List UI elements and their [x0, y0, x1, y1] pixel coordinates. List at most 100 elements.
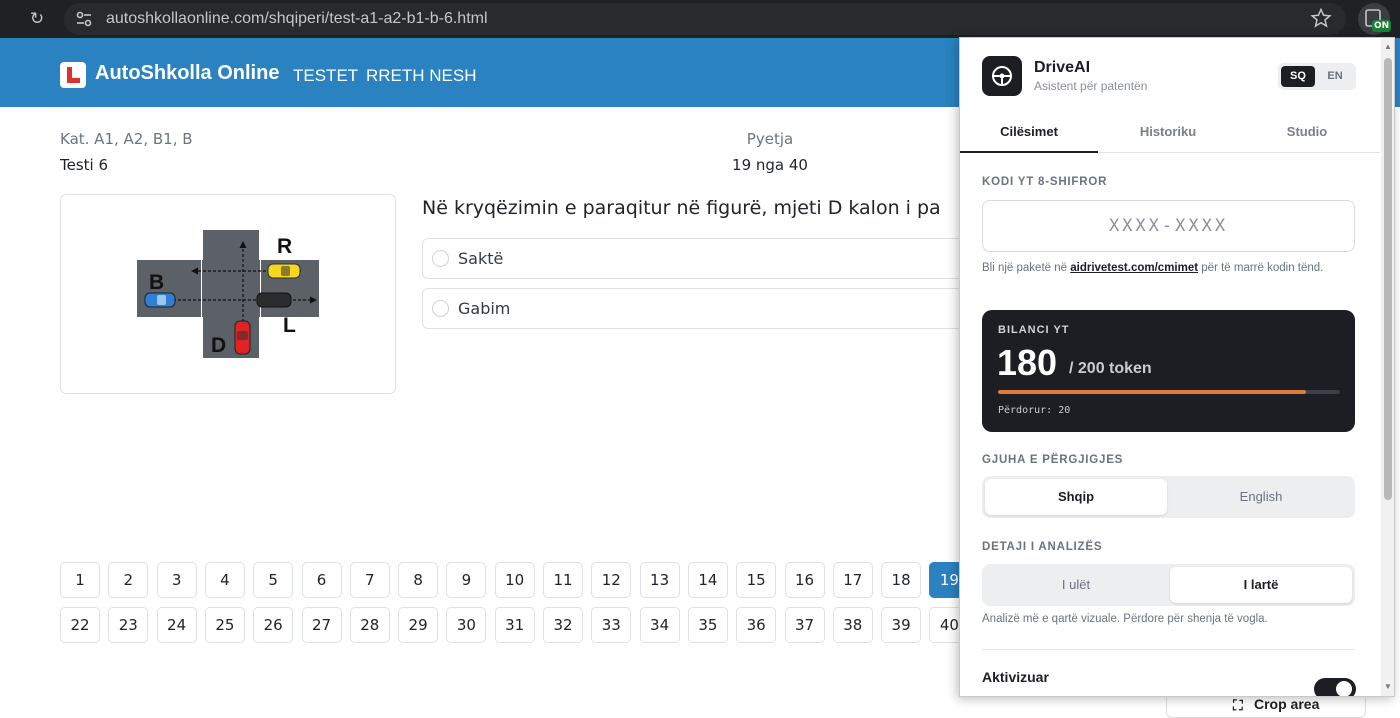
scroll-up-icon[interactable]: ▲: [1384, 42, 1392, 51]
panel-divider: [982, 649, 1355, 650]
figure-label-d: D: [211, 334, 226, 357]
tab-historiku[interactable]: Historiku: [1099, 113, 1237, 153]
answer-label: Gabim: [458, 299, 511, 318]
page-button-10[interactable]: 10: [494, 562, 535, 598]
code-label: KODI YT 8-SHIFROR: [982, 176, 1108, 188]
figure-label-b: B: [149, 271, 164, 294]
page-button-38[interactable]: 38: [832, 607, 873, 643]
driveai-panel: DriveAI Asistent për patentën SQ EN Cilë…: [959, 37, 1395, 697]
page-button-27[interactable]: 27: [301, 607, 342, 643]
balance-progress-fill: [998, 390, 1306, 394]
balance-total: / 200 token: [1069, 360, 1152, 377]
page-button-25[interactable]: 25: [204, 607, 245, 643]
page-button-15[interactable]: 15: [736, 562, 777, 598]
question-text: Në kryqëzimin e paraqitur në figurë, mje…: [422, 197, 941, 219]
response-language-label: GJUHA E PËRGJIGJES: [982, 454, 1124, 466]
answer-radio[interactable]: [432, 300, 449, 317]
test-name: Testi 6: [60, 156, 109, 174]
page-button-34[interactable]: 34: [639, 607, 680, 643]
page-button-32[interactable]: 32: [543, 607, 583, 643]
address-bar[interactable]: autoshkollaonline.com/shqiperi/test-a1-a…: [64, 3, 1346, 35]
page-button-37[interactable]: 37: [784, 607, 825, 643]
panel-header: DriveAI Asistent për patentën SQ EN: [960, 38, 1380, 113]
page-button-26[interactable]: 26: [253, 607, 294, 643]
balance-value: 180: [997, 342, 1058, 383]
panel-scrollbar[interactable]: ▲ ▼: [1381, 38, 1394, 696]
driveai-logo: [982, 56, 1022, 96]
scroll-down-icon[interactable]: ▼: [1384, 682, 1392, 691]
detail-high[interactable]: I lartë: [1170, 567, 1352, 603]
page-button-7[interactable]: 7: [349, 562, 390, 598]
balance-progress-track: [998, 390, 1340, 394]
page-button-30[interactable]: 30: [446, 607, 487, 643]
extension-button[interactable]: ON: [1358, 3, 1392, 35]
balance-card: BILANCI YT 180 / 200 token Përdorur: 20: [982, 310, 1355, 432]
page-button-14[interactable]: 14: [687, 562, 728, 598]
steering-wheel-icon: [992, 66, 1012, 86]
tab-cilesimet[interactable]: Cilësimet: [960, 113, 1098, 153]
answer-option-sakte[interactable]: Saktë: [422, 238, 982, 279]
page-button-28[interactable]: 28: [349, 607, 390, 643]
page-button-23[interactable]: 23: [108, 607, 149, 643]
detail-note: Analizë më e qartë vizuale. Përdore për …: [982, 613, 1268, 625]
car-center: [256, 292, 292, 308]
site-logo[interactable]: [60, 62, 86, 88]
page-button-24[interactable]: 24: [156, 607, 197, 643]
page-button-9[interactable]: 9: [446, 562, 487, 598]
detail-selector: I ulët I lartë: [982, 564, 1355, 606]
balance-label: BILANCI YT: [998, 324, 1070, 336]
buy-note: Bli një paketë në aidrivetest.com/cmimet…: [982, 262, 1324, 274]
page-button-39[interactable]: 39: [881, 607, 922, 643]
page-button-4[interactable]: 4: [204, 562, 245, 598]
question-label: Pyetja: [746, 130, 794, 148]
page-button-31[interactable]: 31: [494, 607, 535, 643]
lang-sq-button[interactable]: SQ: [1281, 66, 1315, 87]
url-text[interactable]: autoshkollaonline.com/shqiperi/test-a1-a…: [106, 3, 488, 35]
page-button-8[interactable]: 8: [398, 562, 439, 598]
figure-label-r: R: [277, 235, 292, 258]
answer-radio[interactable]: [432, 250, 449, 267]
lang-en-button[interactable]: EN: [1318, 66, 1352, 87]
answer-option-gabim[interactable]: Gabim: [422, 288, 982, 329]
crop-icon: ⛶: [1233, 697, 1243, 713]
page-button-2[interactable]: 2: [108, 562, 149, 598]
test-category: Kat. A1, A2, B1, B: [60, 130, 193, 148]
question-progress: 19 nga 40: [732, 156, 808, 174]
page-button-13[interactable]: 13: [639, 562, 680, 598]
response-lang-english[interactable]: English: [1170, 479, 1352, 515]
balance-used: Përdorur: 20: [998, 405, 1071, 416]
site-brand[interactable]: AutoShkolla Online: [95, 62, 279, 85]
page-button-17[interactable]: 17: [832, 562, 873, 598]
page-button-22[interactable]: 22: [60, 607, 100, 643]
reload-icon[interactable]: ↻: [26, 8, 48, 30]
ui-language-toggle: SQ EN: [1278, 63, 1356, 90]
enabled-toggle[interactable]: [1314, 678, 1356, 696]
page-button-35[interactable]: 35: [687, 607, 728, 643]
code-input[interactable]: XXXX-XXXX: [982, 200, 1355, 252]
page-button-1[interactable]: 1: [60, 562, 100, 598]
scrollbar-thumb[interactable]: [1384, 58, 1392, 500]
bookmark-star-icon[interactable]: [1310, 7, 1332, 29]
browser-toolbar: ↻ autoshkollaonline.com/shqiperi/test-a1…: [0, 0, 1400, 38]
page-button-18[interactable]: 18: [881, 562, 922, 598]
page-button-29[interactable]: 29: [398, 607, 439, 643]
nav-link-rreth-nesh[interactable]: RRETH NESH: [366, 66, 477, 86]
page-button-12[interactable]: 12: [591, 562, 632, 598]
site-info-icon[interactable]: [74, 9, 94, 29]
pricing-link[interactable]: aidrivetest.com/cmimet: [1070, 262, 1198, 274]
page-button-33[interactable]: 33: [591, 607, 632, 643]
panel-tabs: Cilësimet Historiku Studio: [960, 113, 1380, 153]
page-button-5[interactable]: 5: [253, 562, 294, 598]
page-button-16[interactable]: 16: [784, 562, 825, 598]
page-button-6[interactable]: 6: [301, 562, 342, 598]
response-lang-shqip[interactable]: Shqip: [985, 479, 1167, 515]
page-button-36[interactable]: 36: [736, 607, 777, 643]
intersection-diagram: R B D L: [137, 228, 319, 360]
tab-studio[interactable]: Studio: [1238, 113, 1376, 153]
detail-label: DETAJI I ANALIZËS: [982, 541, 1103, 553]
page-button-11[interactable]: 11: [543, 562, 583, 598]
nav-link-testet[interactable]: TESTET: [293, 66, 358, 86]
panel-title: DriveAI: [1034, 59, 1091, 76]
detail-low[interactable]: I ulët: [985, 567, 1167, 603]
page-button-3[interactable]: 3: [156, 562, 197, 598]
